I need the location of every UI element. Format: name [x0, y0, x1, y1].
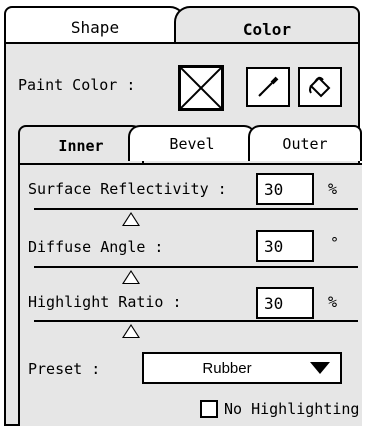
highlight-ratio-unit: % — [328, 293, 338, 311]
slider-thumb[interactable] — [122, 270, 141, 284]
diffuse-angle-label: Diffuse Angle : — [28, 238, 164, 256]
paint-color-swatch[interactable] — [178, 65, 224, 111]
diffuse-angle-slider[interactable] — [34, 264, 358, 284]
highlight-ratio-input[interactable]: 30 — [256, 287, 314, 319]
empty-swatch-icon — [180, 67, 222, 109]
paint-bucket-icon — [309, 76, 331, 98]
highlight-ratio-label: Highlight Ratio : — [28, 293, 182, 311]
tab-shape-label: Shape — [70, 17, 120, 37]
diffuse-angle-input[interactable]: 30 — [256, 230, 314, 262]
highlight-ratio-value: 30 — [264, 293, 284, 313]
surface-reflectivity-value: 30 — [264, 179, 284, 199]
tab-inner[interactable]: Inner — [18, 125, 144, 165]
preset-select[interactable]: Rubber — [142, 352, 342, 384]
slider-track — [34, 208, 358, 210]
tab-outer-label: Outer — [282, 135, 328, 153]
diffuse-angle-unit: ° — [330, 234, 340, 252]
color-panel-window: Shape Color Paint Color : Inner Bevel Ou… — [0, 0, 366, 434]
slider-track — [34, 266, 358, 268]
tab-outer[interactable]: Outer — [248, 125, 362, 161]
tab-bevel-label: Bevel — [169, 135, 215, 153]
chevron-down-icon — [310, 362, 330, 374]
tab-inner-label: Inner — [58, 137, 104, 155]
eyedropper-button[interactable] — [246, 67, 290, 107]
no-highlighting-checkbox[interactable] — [200, 400, 218, 418]
surface-reflectivity-input[interactable]: 30 — [256, 173, 314, 205]
no-highlighting-label: No Highlighting — [224, 400, 360, 418]
preset-label: Preset : — [28, 360, 101, 378]
highlight-ratio-slider[interactable] — [34, 318, 358, 338]
slider-thumb[interactable] — [122, 324, 141, 338]
surface-reflectivity-slider[interactable] — [34, 206, 358, 226]
slider-track — [34, 320, 358, 322]
surface-reflectivity-unit: % — [328, 180, 338, 198]
tab-bevel[interactable]: Bevel — [128, 125, 256, 161]
paint-color-label: Paint Color : — [18, 76, 136, 94]
tab-color-label: Color — [242, 19, 292, 39]
eyedropper-icon — [258, 76, 279, 97]
subtabs: Inner Bevel Outer — [18, 125, 362, 165]
preset-select-value: Rubber — [202, 359, 252, 377]
diffuse-angle-value: 30 — [264, 236, 284, 256]
surface-reflectivity-label: Surface Reflectivity : — [28, 180, 227, 198]
slider-thumb[interactable] — [122, 212, 141, 226]
paint-bucket-button[interactable] — [298, 67, 342, 107]
tab-shape[interactable]: Shape — [4, 6, 186, 46]
